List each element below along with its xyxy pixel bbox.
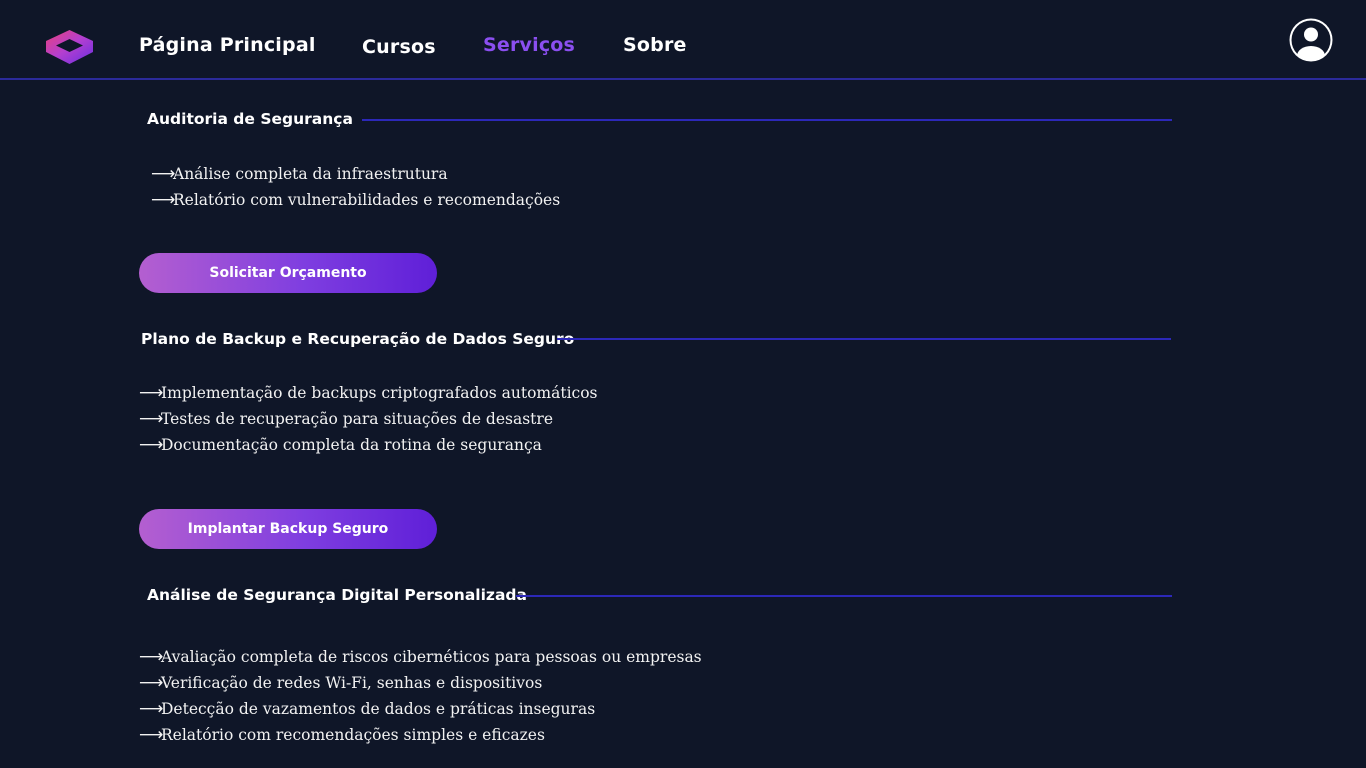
- request-quote-button[interactable]: Solicitar Orçamento: [139, 253, 437, 293]
- section-divider: [362, 119, 1172, 121]
- nav-link-pagina-principal[interactable]: Página Principal: [139, 34, 316, 56]
- service-feature-list: ⟶Implementação de backups criptografados…: [139, 380, 598, 458]
- service-feature-list: ⟶Análise completa da infraestrutura ⟶Rel…: [151, 161, 560, 213]
- list-item: ⟶Análise completa da infraestrutura: [151, 161, 560, 187]
- nav-link-sobre[interactable]: Sobre: [623, 34, 687, 56]
- list-item: ⟶Implementação de backups criptografados…: [139, 380, 598, 406]
- list-item: ⟶Relatório com recomendações simples e e…: [139, 722, 702, 748]
- top-navbar: Página Principal Cursos Serviços Sobre: [0, 0, 1366, 80]
- arrow-right-icon: ⟶: [139, 383, 164, 403]
- list-item: ⟶Detecção de vazamentos de dados e práti…: [139, 696, 702, 722]
- section-divider: [557, 338, 1171, 340]
- deploy-backup-button[interactable]: Implantar Backup Seguro: [139, 509, 437, 549]
- section-divider: [516, 595, 1172, 597]
- list-item: ⟶Relatório com vulnerabilidades e recome…: [151, 187, 560, 213]
- arrow-right-icon: ⟶: [139, 647, 164, 667]
- list-item: ⟶Verificação de redes Wi-Fi, senhas e di…: [139, 670, 702, 696]
- arrow-right-icon: ⟶: [139, 699, 164, 719]
- service-title-auditoria: Auditoria de Segurança: [147, 110, 353, 128]
- list-item: ⟶Documentação completa da rotina de segu…: [139, 432, 598, 458]
- user-avatar-icon[interactable]: [1288, 17, 1334, 63]
- hexagon-logo-icon[interactable]: [46, 30, 93, 64]
- nav-link-servicos[interactable]: Serviços: [483, 34, 575, 56]
- arrow-right-icon: ⟶: [151, 164, 176, 184]
- arrow-right-icon: ⟶: [151, 190, 176, 210]
- list-item: ⟶Testes de recuperação para situações de…: [139, 406, 598, 432]
- arrow-right-icon: ⟶: [139, 435, 164, 455]
- list-item: ⟶Avaliação completa de riscos cibernétic…: [139, 644, 702, 670]
- service-title-backup: Plano de Backup e Recuperação de Dados S…: [141, 330, 575, 348]
- arrow-right-icon: ⟶: [139, 409, 164, 429]
- arrow-right-icon: ⟶: [139, 673, 164, 693]
- arrow-right-icon: ⟶: [139, 725, 164, 745]
- nav-link-cursos[interactable]: Cursos: [362, 36, 436, 58]
- service-title-analise: Análise de Segurança Digital Personaliza…: [147, 586, 527, 604]
- service-feature-list: ⟶Avaliação completa de riscos cibernétic…: [139, 644, 702, 748]
